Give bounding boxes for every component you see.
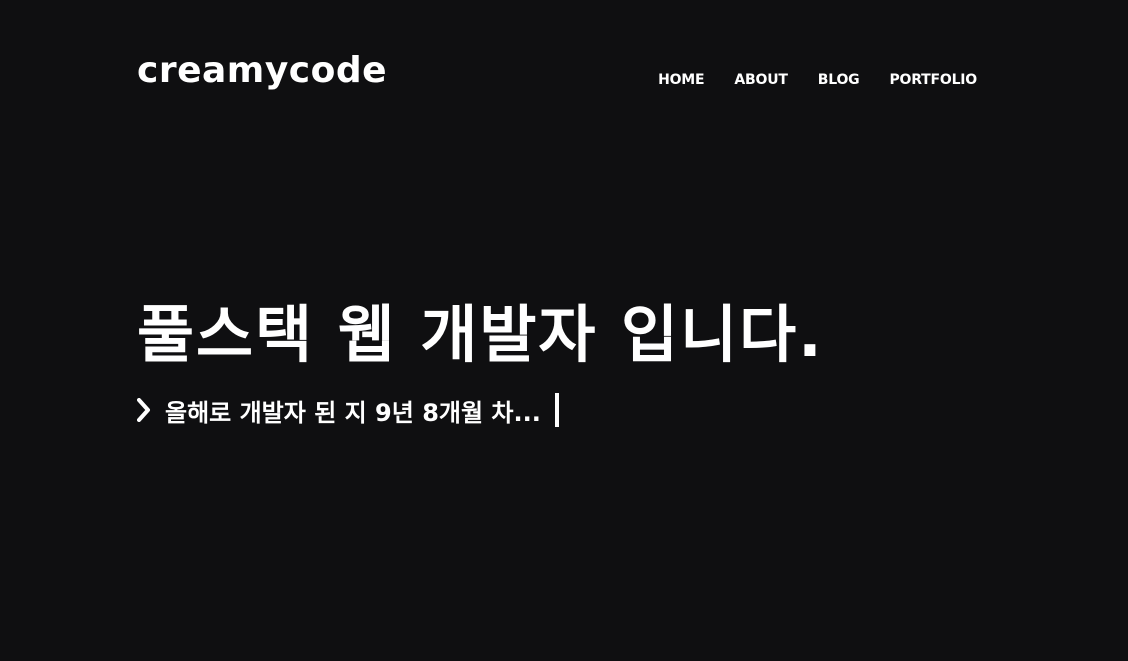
page: creamycode HOME ABOUT BLOG PORTFOLIO 풀스택… [0, 0, 1128, 661]
hero-title: 풀스택 웹 개발자 입니다. [137, 298, 824, 371]
nav-item-home[interactable]: HOME [658, 72, 705, 88]
typing-line: 올해로 개발자 된 지 9년 8개월 차... [137, 390, 824, 430]
main-nav: HOME ABOUT BLOG PORTFOLIO [658, 72, 977, 88]
nav-item-about[interactable]: ABOUT [734, 72, 788, 88]
site-logo[interactable]: creamycode [137, 50, 387, 91]
chevron-right-icon [137, 398, 151, 422]
site-header: creamycode HOME ABOUT BLOG PORTFOLIO [137, 48, 977, 98]
hero-section: 풀스택 웹 개발자 입니다. 올해로 개발자 된 지 9년 8개월 차... [137, 290, 824, 430]
typing-text: 올해로 개발자 된 지 9년 8개월 차... [165, 398, 541, 427]
text-cursor [554, 393, 559, 427]
nav-item-portfolio[interactable]: PORTFOLIO [889, 72, 977, 88]
nav-item-blog[interactable]: BLOG [818, 72, 860, 88]
